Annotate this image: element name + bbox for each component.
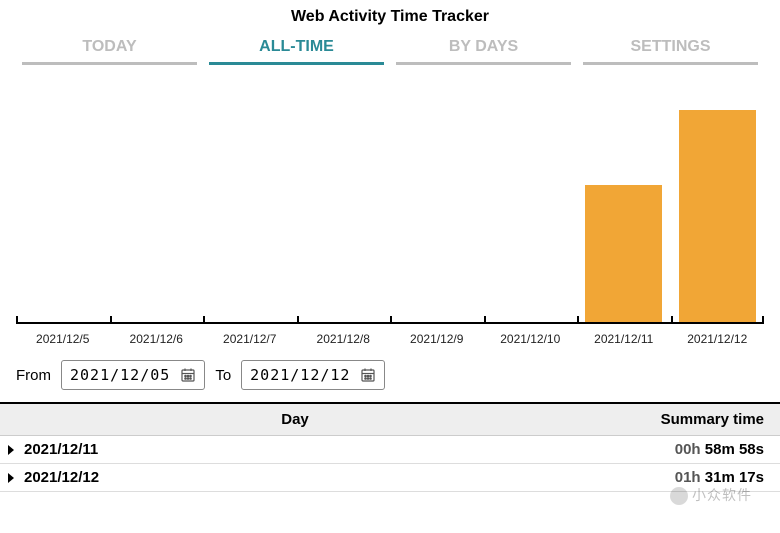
tab-by-days[interactable]: BY DAYS [396,32,571,65]
x-tick-label: 2021/12/10 [484,332,578,346]
row-date: 2021/12/11 [18,441,574,458]
x-tick-label: 2021/12/12 [671,332,765,346]
calendar-icon[interactable] [180,367,196,383]
chart-bar[interactable] [679,110,756,322]
chart-bar-slot [110,89,204,322]
x-tick-label: 2021/12/6 [110,332,204,346]
date-range-picker: From 2021/12/05 To 2021/12/12 [0,346,780,402]
to-date-value: 2021/12/12 [250,366,350,384]
calendar-icon[interactable] [360,367,376,383]
chart-bar-slot [577,89,671,322]
from-label: From [16,367,51,384]
from-date-input[interactable]: 2021/12/05 [61,360,205,390]
table-row[interactable]: 2021/12/1100h 58m 58s [0,436,780,464]
to-label: To [215,367,231,384]
x-tick-label: 2021/12/11 [577,332,671,346]
tab-bar: TODAY ALL-TIME BY DAYS SETTINGS [0,32,780,65]
tab-today[interactable]: TODAY [22,32,197,65]
chart-bar-slot [16,89,110,322]
activity-bar-chart: 2021/12/52021/12/62021/12/72021/12/82021… [16,71,764,346]
chart-bar-slot [203,89,297,322]
chevron-right-icon [4,472,18,484]
tab-settings[interactable]: SETTINGS [583,32,758,65]
chart-bar-slot [484,89,578,322]
row-time: 00h 58m 58s [574,441,764,458]
column-day: Day [16,411,574,428]
to-date-input[interactable]: 2021/12/12 [241,360,385,390]
table-row[interactable]: 2021/12/1201h 31m 17s [0,464,780,492]
chart-bar-slot [390,89,484,322]
x-tick-label: 2021/12/7 [203,332,297,346]
x-axis [16,322,764,324]
x-tick-label: 2021/12/5 [16,332,110,346]
row-time: 01h 31m 17s [574,469,764,486]
from-date-value: 2021/12/05 [70,366,170,384]
chart-bar-slot [671,89,765,322]
row-date: 2021/12/12 [18,469,574,486]
page-title: Web Activity Time Tracker [0,0,780,32]
column-summary: Summary time [574,411,764,428]
x-tick-label: 2021/12/8 [297,332,391,346]
x-tick-label: 2021/12/9 [390,332,484,346]
chart-bar-slot [297,89,391,322]
chevron-right-icon [4,444,18,456]
summary-table-header: Day Summary time [0,402,780,436]
tab-all-time[interactable]: ALL-TIME [209,32,384,65]
chart-bar[interactable] [585,185,662,322]
